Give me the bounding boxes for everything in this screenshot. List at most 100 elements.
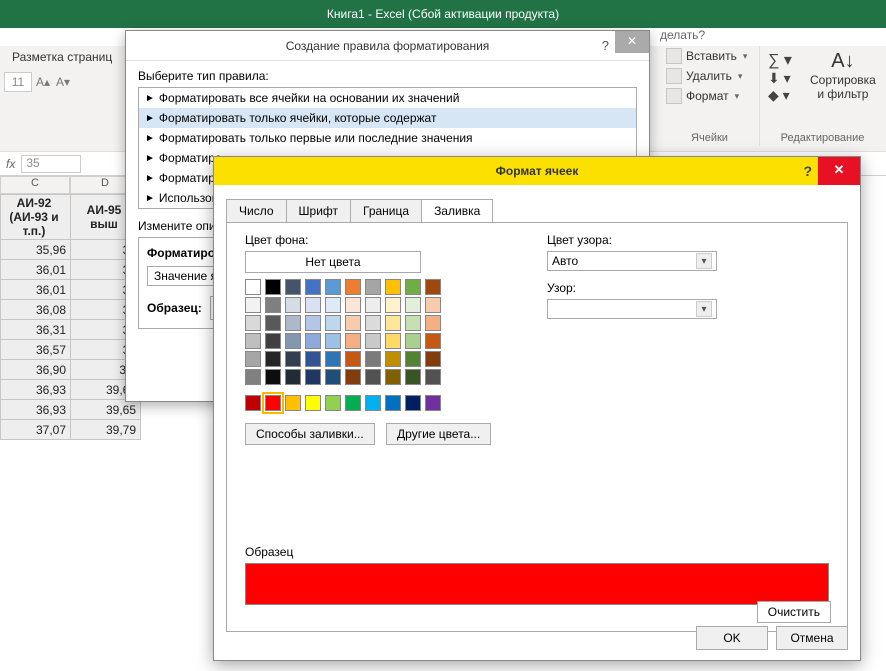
decrease-font-icon[interactable]: A▾ (54, 72, 72, 92)
color-swatch[interactable] (425, 315, 441, 331)
color-swatch[interactable] (385, 395, 401, 411)
color-swatch[interactable] (385, 369, 401, 385)
ok-button[interactable]: OK (696, 626, 768, 650)
increase-font-icon[interactable]: A▴ (34, 72, 52, 92)
color-swatch[interactable] (245, 297, 261, 313)
color-swatch[interactable] (285, 369, 301, 385)
clear-button[interactable]: Очистить (757, 601, 831, 623)
color-swatch[interactable] (385, 315, 401, 331)
color-swatch[interactable] (305, 395, 321, 411)
color-swatch[interactable] (265, 315, 281, 331)
color-swatch[interactable] (285, 351, 301, 367)
color-swatch[interactable] (425, 395, 441, 411)
color-swatch[interactable] (325, 369, 341, 385)
color-swatch[interactable] (365, 369, 381, 385)
table-cell[interactable]: 39,65 (71, 400, 141, 420)
color-swatch[interactable] (245, 395, 261, 411)
cancel-button[interactable]: Отмена (776, 626, 848, 650)
color-swatch[interactable] (345, 351, 361, 367)
color-swatch[interactable] (325, 297, 341, 313)
color-swatch[interactable] (305, 297, 321, 313)
color-swatch[interactable] (365, 279, 381, 295)
table-cell[interactable]: 36,31 (1, 320, 71, 340)
font-size-input[interactable]: 11 (4, 72, 32, 92)
table-cell[interactable]: 36,08 (1, 300, 71, 320)
color-swatch[interactable] (245, 333, 261, 349)
color-swatch[interactable] (305, 369, 321, 385)
color-swatch[interactable] (305, 351, 321, 367)
color-swatch[interactable] (285, 315, 301, 331)
table-cell[interactable]: 36,93 (1, 400, 71, 420)
formula-input[interactable]: 35 (21, 155, 81, 173)
color-swatch[interactable] (365, 333, 381, 349)
ribbon-tab-page-layout[interactable]: Разметка страниц (12, 50, 112, 64)
color-swatch[interactable] (285, 333, 301, 349)
color-swatch[interactable] (325, 279, 341, 295)
color-swatch[interactable] (365, 297, 381, 313)
color-swatch[interactable] (265, 333, 281, 349)
tab-Заливка[interactable]: Заливка (421, 199, 493, 222)
fill-icon[interactable]: ⬇ ▾ (768, 70, 792, 87)
help-icon[interactable]: ? (602, 38, 609, 53)
no-color-button[interactable]: Нет цвета (245, 251, 421, 273)
color-swatch[interactable] (405, 297, 421, 313)
tab-Шрифт[interactable]: Шрифт (286, 199, 351, 222)
color-swatch[interactable] (345, 297, 361, 313)
tab-Граница[interactable]: Граница (350, 199, 422, 222)
color-swatch[interactable] (405, 351, 421, 367)
tell-me-prompt[interactable]: делать? (660, 28, 705, 42)
color-swatch[interactable] (265, 351, 281, 367)
fill-effects-button[interactable]: Способы заливки... (245, 423, 375, 445)
table-cell[interactable]: 36,01 (1, 280, 71, 300)
color-swatch[interactable] (385, 351, 401, 367)
rule-type-item[interactable]: ►Форматировать только первые или последн… (139, 128, 636, 148)
color-swatch[interactable] (345, 369, 361, 385)
color-swatch[interactable] (345, 315, 361, 331)
color-swatch[interactable] (425, 297, 441, 313)
sort-filter-button[interactable]: A↓ Сортировка и фильтр (810, 50, 876, 101)
color-swatch[interactable] (405, 279, 421, 295)
color-swatch[interactable] (265, 369, 281, 385)
color-swatch[interactable] (285, 395, 301, 411)
delete-cells-button[interactable]: Удалить▾ (660, 66, 759, 86)
color-swatch[interactable] (345, 279, 361, 295)
table-cell[interactable]: 35,96 (1, 240, 71, 260)
insert-cells-button[interactable]: Вставить▾ (660, 46, 759, 66)
color-swatch[interactable] (405, 369, 421, 385)
color-swatch[interactable] (325, 395, 341, 411)
color-swatch[interactable] (385, 297, 401, 313)
color-swatch[interactable] (245, 369, 261, 385)
table-cell[interactable]: 36,57 (1, 340, 71, 360)
table-header-cell[interactable]: АИ-92 (АИ-93 и т.п.) (1, 195, 71, 240)
color-swatch[interactable] (325, 351, 341, 367)
col-header[interactable]: C (0, 176, 70, 194)
pattern-color-dropdown[interactable]: Авто ▾ (547, 251, 717, 271)
color-swatch[interactable] (405, 315, 421, 331)
color-swatch[interactable] (365, 351, 381, 367)
format-cells-button[interactable]: Формат▾ (660, 86, 759, 106)
autosum-icon[interactable]: ∑ ▾ (768, 50, 792, 70)
color-swatch[interactable] (325, 333, 341, 349)
color-swatch[interactable] (285, 297, 301, 313)
color-swatch[interactable] (305, 315, 321, 331)
color-swatch[interactable] (245, 315, 261, 331)
color-swatch[interactable] (365, 315, 381, 331)
color-swatch[interactable] (285, 279, 301, 295)
color-swatch[interactable] (305, 333, 321, 349)
table-cell[interactable]: 39,79 (71, 420, 141, 440)
color-swatch[interactable] (305, 279, 321, 295)
color-swatch[interactable] (425, 333, 441, 349)
color-swatch[interactable] (425, 369, 441, 385)
tab-Число[interactable]: Число (226, 199, 287, 222)
rule-type-item[interactable]: ►Форматировать только ячейки, которые со… (139, 108, 636, 128)
color-swatch[interactable] (245, 351, 261, 367)
color-swatch[interactable] (265, 395, 281, 411)
color-swatch[interactable] (405, 333, 421, 349)
more-colors-button[interactable]: Другие цвета... (386, 423, 491, 445)
color-swatch[interactable] (265, 279, 281, 295)
rule-type-item[interactable]: ►Форматировать все ячейки на основании и… (139, 88, 636, 108)
color-swatch[interactable] (325, 315, 341, 331)
table-cell[interactable]: 36,90 (1, 360, 71, 380)
help-icon[interactable]: ? (803, 163, 812, 179)
color-swatch[interactable] (245, 279, 261, 295)
